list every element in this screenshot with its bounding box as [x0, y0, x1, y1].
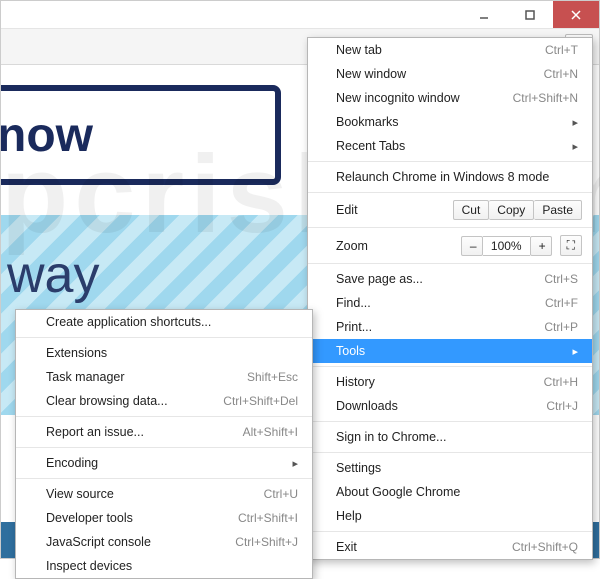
menu-downloads[interactable]: DownloadsCtrl+J — [308, 394, 592, 418]
fullscreen-button[interactable]: ⛶ — [560, 235, 582, 256]
menu-separator — [16, 337, 312, 338]
tools-submenu: Create application shortcuts... Extensio… — [15, 309, 313, 579]
menu-separator — [16, 447, 312, 448]
minimize-button[interactable] — [461, 1, 507, 28]
submenu-inspect-devices[interactable]: Inspect devices — [16, 554, 312, 578]
sub-heading: way — [7, 245, 99, 305]
menu-relaunch[interactable]: Relaunch Chrome in Windows 8 mode — [308, 165, 592, 189]
menu-signin[interactable]: Sign in to Chrome... — [308, 425, 592, 449]
cut-button[interactable]: Cut — [453, 200, 490, 220]
menu-separator — [308, 366, 592, 367]
hero-ribbon: now — [1, 85, 281, 185]
menu-save-page[interactable]: Save page as...Ctrl+S — [308, 267, 592, 291]
menu-separator — [16, 478, 312, 479]
close-button[interactable] — [553, 1, 599, 28]
menu-print[interactable]: Print...Ctrl+P — [308, 315, 592, 339]
menu-history[interactable]: HistoryCtrl+H — [308, 370, 592, 394]
submenu-task-manager[interactable]: Task managerShift+Esc — [16, 365, 312, 389]
menu-incognito[interactable]: New incognito windowCtrl+Shift+N — [308, 86, 592, 110]
edit-label: Edit — [336, 203, 400, 217]
zoom-in-button[interactable]: + — [530, 236, 552, 256]
menu-new-tab[interactable]: New tabCtrl+T — [308, 38, 592, 62]
submenu-developer-tools[interactable]: Developer toolsCtrl+Shift+I — [16, 506, 312, 530]
submenu-view-source[interactable]: View sourceCtrl+U — [16, 482, 312, 506]
submenu-js-console[interactable]: JavaScript consoleCtrl+Shift+J — [16, 530, 312, 554]
submenu-create-shortcuts[interactable]: Create application shortcuts... — [16, 310, 312, 334]
menu-about[interactable]: About Google Chrome — [308, 480, 592, 504]
ribbon-text: now — [1, 108, 93, 163]
menu-find[interactable]: Find...Ctrl+F — [308, 291, 592, 315]
menu-tools[interactable]: Tools — [308, 339, 592, 363]
maximize-button[interactable] — [507, 1, 553, 28]
menu-bookmarks[interactable]: Bookmarks — [308, 110, 592, 134]
menu-settings[interactable]: Settings — [308, 456, 592, 480]
menu-separator — [308, 263, 592, 264]
paste-button[interactable]: Paste — [534, 200, 582, 220]
menu-separator — [308, 531, 592, 532]
chrome-main-menu: New tabCtrl+T New windowCtrl+N New incog… — [307, 37, 593, 560]
menu-separator — [308, 452, 592, 453]
menu-edit-row: Edit Cut Copy Paste — [308, 196, 592, 224]
zoom-level: 100% — [483, 236, 530, 256]
submenu-clear-data[interactable]: Clear browsing data...Ctrl+Shift+Del — [16, 389, 312, 413]
menu-new-window[interactable]: New windowCtrl+N — [308, 62, 592, 86]
submenu-encoding[interactable]: Encoding — [16, 451, 312, 475]
menu-separator — [308, 227, 592, 228]
copy-button[interactable]: Copy — [489, 200, 534, 220]
zoom-label: Zoom — [336, 239, 400, 253]
menu-help[interactable]: Help — [308, 504, 592, 528]
menu-zoom-row: Zoom – 100% + ⛶ — [308, 231, 592, 260]
menu-separator — [308, 421, 592, 422]
menu-exit[interactable]: ExitCtrl+Shift+Q — [308, 535, 592, 559]
zoom-out-button[interactable]: – — [461, 236, 483, 256]
submenu-report-issue[interactable]: Report an issue...Alt+Shift+I — [16, 420, 312, 444]
menu-separator — [308, 161, 592, 162]
menu-separator — [16, 416, 312, 417]
menu-recent-tabs[interactable]: Recent Tabs — [308, 134, 592, 158]
submenu-extensions[interactable]: Extensions — [16, 341, 312, 365]
menu-separator — [308, 192, 592, 193]
window-titlebar — [1, 1, 599, 29]
